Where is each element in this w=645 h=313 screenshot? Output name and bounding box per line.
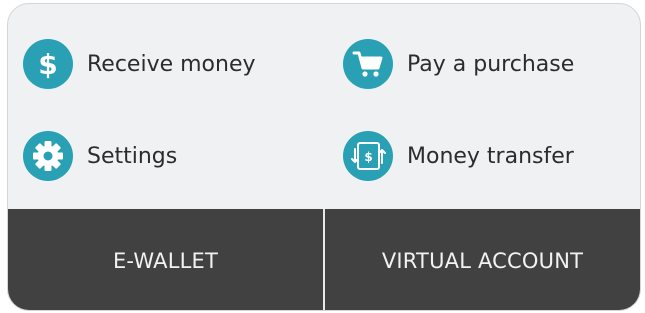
tab-bar: E-WALLET VIRTUAL ACCOUNT: [8, 209, 640, 310]
pay-purchase-action[interactable]: Pay a purchase: [343, 39, 574, 89]
settings-label: Settings: [87, 143, 178, 169]
money-transfer-label: Money transfer: [407, 143, 574, 169]
receive-money-action[interactable]: $ Receive money: [23, 39, 256, 89]
settings-action[interactable]: Settings: [23, 131, 177, 181]
gear-icon: [23, 131, 73, 181]
svg-text:$: $: [38, 48, 57, 81]
pay-purchase-label: Pay a purchase: [407, 51, 575, 77]
tab-virtual-account[interactable]: VIRTUAL ACCOUNT: [325, 209, 640, 310]
money-transfer-icon: $: [343, 131, 393, 181]
svg-text:$: $: [364, 150, 372, 164]
tab-e-wallet[interactable]: E-WALLET: [8, 209, 323, 310]
receive-money-label: Receive money: [87, 51, 256, 77]
wallet-card: $ Receive money Pay a purchase Settings …: [7, 3, 641, 311]
money-transfer-action[interactable]: $ Money transfer: [343, 131, 574, 181]
shopping-cart-icon: [343, 39, 393, 89]
dollar-icon: $: [23, 39, 73, 89]
